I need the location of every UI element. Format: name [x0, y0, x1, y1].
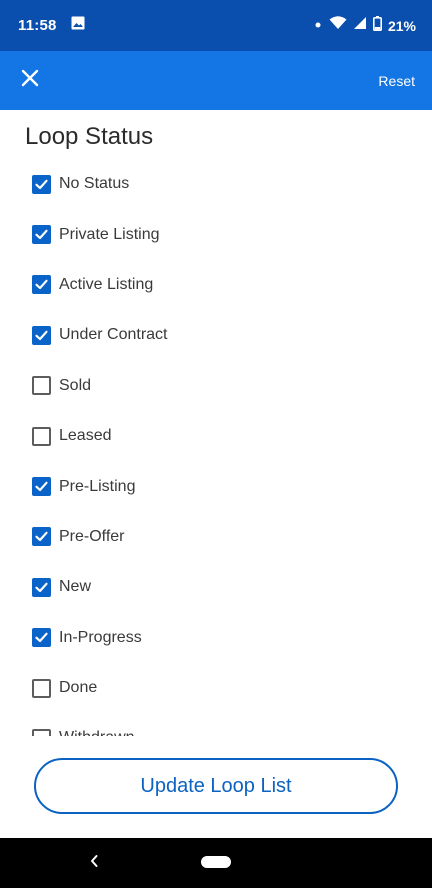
checkbox-checked[interactable] — [32, 628, 51, 648]
status-option[interactable]: New — [0, 562, 432, 612]
checkbox-checked[interactable] — [32, 174, 51, 194]
update-loop-list-button[interactable]: Update Loop List — [34, 758, 398, 814]
status-list: No Status Private Listing Active Listing Un… — [0, 159, 432, 736]
checkbox-unchecked[interactable] — [32, 678, 51, 698]
checkmark-icon — [35, 532, 48, 542]
checkbox-checked[interactable] — [32, 325, 51, 345]
status-option[interactable]: Pre-Listing — [0, 461, 432, 511]
status-right: 21% — [313, 15, 416, 36]
status-time: 11:58 — [18, 17, 57, 34]
status-option-label: Under Contract — [59, 326, 168, 344]
checkmark-icon — [35, 582, 48, 592]
image-icon — [71, 16, 85, 35]
status-option-label: Pre-Listing — [59, 477, 136, 495]
status-option[interactable]: Active Listing — [0, 260, 432, 310]
wifi-icon — [329, 16, 347, 35]
status-option-label: Pre-Offer — [59, 527, 125, 545]
section-title: Loop Status — [25, 123, 154, 150]
checkmark-icon — [35, 179, 48, 189]
status-option-label: New — [59, 578, 92, 596]
status-option[interactable]: Leased — [0, 411, 432, 461]
status-option[interactable]: Withdrawn — [0, 713, 432, 736]
status-option-label: Private Listing — [59, 225, 160, 243]
status-option-label: Sold — [59, 376, 92, 394]
signal-icon — [353, 16, 367, 35]
status-option[interactable]: Done — [0, 663, 432, 713]
status-option[interactable]: Under Contract — [0, 310, 432, 360]
status-option-label: In-Progress — [59, 628, 142, 646]
status-option-label: Leased — [59, 427, 112, 445]
filter-content: Loop Status No Status Private Listing Acti… — [0, 110, 432, 736]
status-option[interactable]: Pre-Offer — [0, 512, 432, 562]
close-icon — [21, 69, 39, 92]
status-option-label: Done — [59, 679, 98, 697]
checkbox-checked[interactable] — [32, 477, 51, 497]
checkbox-unchecked[interactable] — [32, 376, 51, 396]
checkbox-unchecked[interactable] — [32, 426, 51, 446]
home-pill-icon[interactable] — [201, 856, 231, 868]
back-icon — [89, 854, 99, 873]
checkmark-icon — [35, 481, 48, 492]
status-option[interactable]: Sold — [0, 361, 432, 411]
dot-icon — [313, 17, 323, 35]
status-option[interactable]: In-Progress — [0, 613, 432, 663]
status-option-label: Active Listing — [59, 275, 154, 293]
back-button[interactable] — [86, 852, 102, 874]
system-nav-bar — [0, 838, 432, 888]
checkbox-checked[interactable] — [32, 577, 51, 597]
checkmark-icon — [35, 229, 48, 240]
status-bar: 11:58 21% — [0, 0, 432, 51]
reset-button[interactable]: Reset — [378, 73, 415, 89]
checkmark-icon — [35, 330, 48, 340]
checkmark-icon — [35, 280, 48, 290]
status-option[interactable]: Private Listing — [0, 209, 432, 259]
close-button[interactable] — [18, 69, 42, 93]
battery-icon — [372, 15, 382, 36]
status-left: 11:58 — [18, 16, 85, 35]
checkbox-checked[interactable] — [32, 527, 51, 547]
bottom-action-area: Update Loop List — [0, 736, 432, 838]
status-option[interactable]: No Status — [0, 159, 432, 209]
checkbox-checked[interactable] — [32, 275, 51, 295]
checkbox-unchecked[interactable] — [32, 728, 51, 736]
checkmark-icon — [35, 632, 48, 643]
status-option-label: No Status — [59, 175, 130, 193]
battery-percent: 21% — [387, 17, 416, 34]
app-bar: Reset — [0, 51, 432, 110]
checkbox-checked[interactable] — [32, 225, 51, 245]
